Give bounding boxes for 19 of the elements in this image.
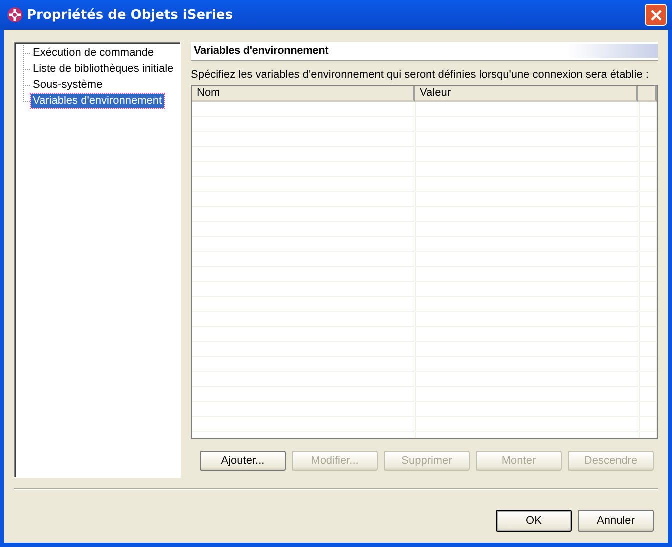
tree-item[interactable]: Variables d'environnement: [31, 94, 164, 108]
window-title: Propriétés de Objets iSeries: [27, 8, 234, 22]
app-icon: [7, 7, 23, 23]
tree-item[interactable]: Liste de bibliothèques initiale: [31, 62, 176, 76]
action-button[interactable]: Ajouter...: [200, 451, 286, 471]
column-header: [638, 86, 657, 102]
page-title: Variables d'environnement: [194, 45, 329, 57]
tree-connector: [21, 61, 31, 77]
close-button[interactable]: [645, 4, 667, 26]
tree-connector: [21, 77, 31, 93]
tree-connector: [21, 45, 31, 61]
column-header[interactable]: Valeur: [415, 86, 638, 102]
close-icon: [650, 10, 662, 20]
tree-item[interactable]: Sous-système: [31, 78, 105, 92]
dialog-button[interactable]: Annuler: [578, 510, 654, 532]
tree-item[interactable]: Exécution de commande: [31, 46, 156, 60]
dialog-button[interactable]: OK: [496, 510, 572, 532]
description-text: Spécifiez les variables d'environnement qui seront définies lorsqu'une connexion sera établie :: [191, 69, 650, 81]
column-header[interactable]: Nom: [192, 86, 415, 102]
